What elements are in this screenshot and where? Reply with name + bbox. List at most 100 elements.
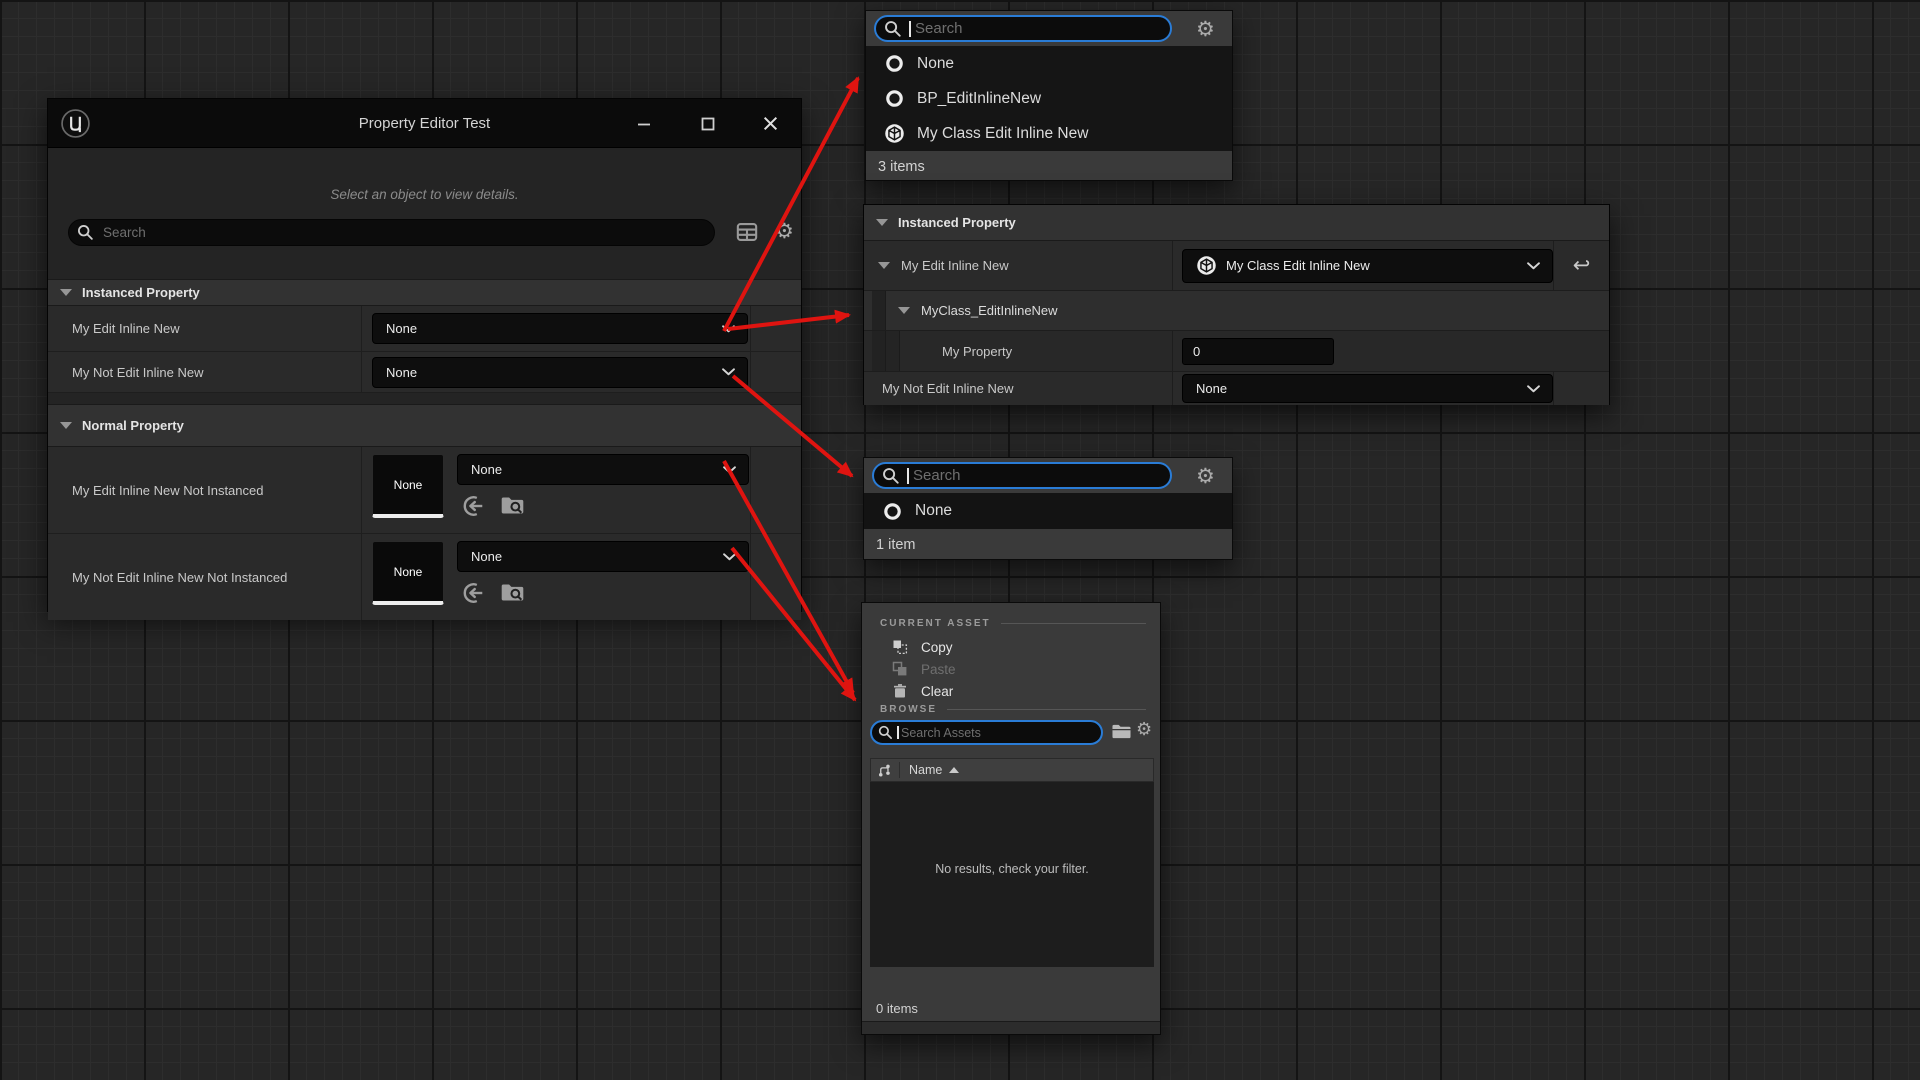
chevron-down-icon [1527, 385, 1540, 393]
trash-icon [892, 683, 908, 699]
property-row: My Not Edit Inline New Not Instanced Non… [48, 534, 801, 620]
section-gap [48, 393, 801, 404]
resize-grip[interactable] [862, 1021, 1160, 1034]
class-list-item[interactable]: None [864, 493, 1232, 529]
class-item-label: My Class Edit Inline New [917, 125, 1088, 143]
copy-menu-item[interactable]: Copy [862, 636, 1160, 658]
clear-menu-item[interactable]: Clear [862, 680, 1160, 702]
settings-gear-icon[interactable]: ⚙ [1136, 720, 1152, 738]
paste-menu-item[interactable]: Paste [862, 658, 1160, 680]
browse-section-label: BROWSE [880, 704, 1160, 715]
asset-results-list: No results, check your filter. [870, 782, 1154, 967]
browse-to-asset-icon[interactable] [500, 581, 525, 605]
use-selected-asset-icon[interactable] [461, 581, 485, 605]
reset-to-default-icon[interactable]: ↩ [1554, 241, 1609, 290]
class-cube-icon [884, 123, 905, 144]
my-edit-inline-new-dropdown[interactable]: None [372, 313, 748, 344]
dropdown-value: My Class Edit Inline New [1226, 258, 1370, 273]
category-header-instanced[interactable]: Instanced Property [48, 279, 801, 306]
property-row: My Edit Inline New My Class Edit Inline … [864, 241, 1609, 291]
property-row: My Property 0 [864, 331, 1609, 372]
collapse-triangle-icon[interactable] [898, 307, 910, 314]
maximize-button[interactable] [688, 99, 728, 148]
close-button[interactable] [750, 99, 790, 148]
category-header-normal[interactable]: Normal Property [48, 404, 801, 447]
item-count-footer: 0 items [876, 993, 918, 1023]
dropdown-value: None [471, 549, 502, 564]
class-list-item[interactable]: My Class Edit Inline New [866, 116, 1232, 151]
details-rows: Instanced Property My Edit Inline New No… [48, 279, 801, 620]
search-placeholder: Search [103, 225, 146, 240]
class-list-item[interactable]: None [866, 46, 1232, 81]
view-options-icon[interactable] [736, 221, 758, 243]
collapse-triangle-icon[interactable] [878, 262, 890, 269]
search-icon [878, 725, 893, 740]
class-list-item[interactable]: BP_EditInlineNew [866, 81, 1232, 116]
search-icon [882, 467, 900, 485]
asset-thumbnail[interactable]: None [372, 454, 444, 518]
menu-label: Clear [921, 684, 953, 699]
settings-gear-icon[interactable]: ⚙ [1196, 466, 1215, 487]
select-object-hint: Select an object to view details. [48, 187, 801, 202]
subobject-header-row[interactable]: MyClass_EditInlineNew [864, 291, 1609, 331]
text-caret [909, 21, 911, 37]
use-selected-asset-icon[interactable] [461, 494, 485, 518]
name-column-header[interactable]: Name [909, 763, 942, 777]
asset-dropdown[interactable]: None [457, 454, 749, 485]
indent-strip [872, 291, 886, 330]
current-asset-section-label: CURRENT ASSET [880, 618, 1160, 629]
menu-label: Copy [921, 640, 953, 655]
asset-picker-popup: CURRENT ASSET Copy Paste Clear BROWSE Se… [861, 602, 1161, 1035]
indent-strip [886, 331, 900, 371]
text-caret [897, 726, 899, 739]
ring-icon [884, 53, 905, 74]
column-divider [899, 762, 900, 778]
dropdown-value: None [386, 365, 417, 380]
not-edit-inline-dropdown[interactable]: None [1182, 374, 1553, 403]
class-item-label: None [915, 502, 952, 520]
title-bar[interactable]: Property Editor Test [48, 99, 801, 148]
property-editor-test-window: Property Editor Test Select an object to… [47, 98, 802, 612]
browse-to-asset-icon[interactable] [500, 494, 525, 518]
sort-ascending-icon [949, 767, 959, 773]
chevron-down-icon [723, 553, 736, 561]
category-header-instanced[interactable]: Instanced Property [864, 205, 1609, 241]
search-placeholder: Search [915, 20, 963, 37]
class-search-input[interactable]: Search [872, 462, 1172, 489]
collapse-triangle-icon[interactable] [60, 289, 72, 296]
asset-list-header[interactable]: Name [870, 758, 1154, 782]
menu-label: Paste [921, 662, 956, 677]
class-search-input[interactable]: Search [874, 15, 1172, 42]
details-search-input[interactable]: Search [68, 219, 715, 246]
hierarchy-column-icon[interactable] [877, 763, 892, 778]
chevron-down-icon [722, 368, 735, 376]
collapse-triangle-icon[interactable] [60, 422, 72, 429]
chevron-down-icon [723, 466, 736, 474]
subobject-label: MyClass_EditInlineNew [921, 303, 1058, 318]
category-label: Instanced Property [82, 285, 200, 300]
search-placeholder: Search [913, 467, 961, 484]
property-row: My Edit Inline New None [48, 306, 801, 352]
minimize-button[interactable] [624, 99, 664, 148]
chevron-down-icon [722, 325, 735, 333]
search-icon [77, 224, 94, 241]
asset-search-input[interactable]: Search Assets [870, 720, 1103, 745]
my-property-number-input[interactable]: 0 [1182, 338, 1334, 365]
indent-strip [872, 331, 886, 371]
asset-dropdown[interactable]: None [457, 541, 749, 572]
settings-gear-icon[interactable]: ⚙ [775, 221, 794, 242]
class-list: None [864, 493, 1232, 529]
my-not-edit-inline-new-dropdown[interactable]: None [372, 357, 748, 388]
search-icon [884, 20, 902, 38]
category-label: Instanced Property [898, 215, 1016, 230]
asset-thumbnail[interactable]: None [372, 541, 444, 605]
folder-icon[interactable] [1111, 722, 1132, 741]
number-value: 0 [1193, 344, 1200, 359]
edit-inline-class-dropdown[interactable]: My Class Edit Inline New [1182, 249, 1553, 283]
collapse-triangle-icon[interactable] [876, 219, 888, 226]
property-row: My Not Edit Inline New None [48, 352, 801, 393]
settings-gear-icon[interactable]: ⚙ [1196, 19, 1215, 40]
class-picker-popup-large: Search ⚙ None BP_EditInlineNew My Class … [865, 10, 1233, 181]
category-label: Normal Property [82, 418, 184, 433]
instanced-details-panel: Instanced Property My Edit Inline New My… [863, 204, 1610, 405]
